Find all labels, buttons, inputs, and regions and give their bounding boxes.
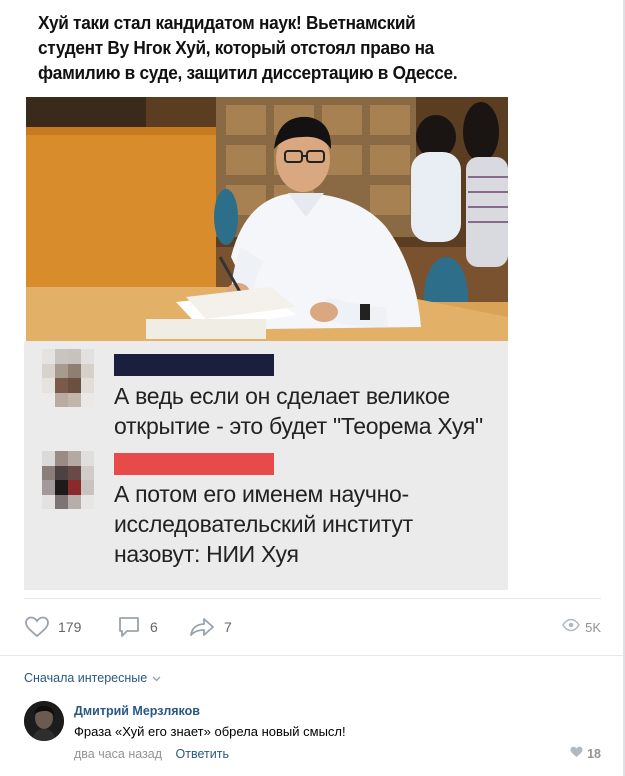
like-button[interactable]: 179 — [24, 612, 81, 642]
comment-button[interactable]: 6 — [116, 612, 158, 642]
share-arrow-icon — [188, 615, 216, 639]
share-count: 7 — [224, 619, 232, 635]
views-counter: 5K — [562, 612, 601, 642]
eye-icon — [562, 618, 580, 637]
comment-time[interactable]: два часа назад — [74, 747, 162, 761]
divider — [0, 655, 625, 656]
views-count: 5K — [585, 619, 601, 635]
divider — [24, 598, 601, 599]
hidden-name-bar — [114, 354, 274, 376]
pixelated-avatar — [42, 451, 94, 509]
like-count: 179 — [58, 619, 82, 635]
pixelated-avatar — [42, 349, 94, 407]
comment-meta: два часа назад Ответить — [74, 747, 229, 761]
meme-comment-text: А потом его именем научно- исследователь… — [114, 481, 413, 567]
student-photo — [26, 97, 508, 341]
share-button[interactable]: 7 — [188, 612, 232, 642]
post-image[interactable]: Хуй таки стал кандидатом наук! Вьетнамск… — [24, 0, 508, 590]
sort-label: Сначала интересные — [24, 671, 148, 685]
post-actions: 179 6 7 5K — [24, 612, 601, 642]
comment-text: Фраза «Хуй его знает» обрела новый смысл… — [74, 724, 346, 739]
meme-comments: А ведь если он сделает великое открытие … — [24, 341, 508, 590]
comment: Дмитрий Мерзляков Фраза «Хуй его знает» … — [24, 701, 601, 771]
heart-icon — [570, 746, 587, 761]
reply-link[interactable]: Ответить — [176, 747, 229, 761]
comments-sort-dropdown[interactable]: Сначала интересные — [24, 671, 161, 685]
comment-like-button[interactable]: 18 — [570, 746, 601, 761]
comment-count: 6 — [150, 619, 158, 635]
heart-icon — [24, 615, 50, 639]
meme-comment-text: А ведь если он сделает великое открытие … — [114, 383, 483, 439]
comment-author[interactable]: Дмитрий Мерзляков — [74, 704, 200, 718]
avatar[interactable] — [24, 701, 64, 741]
comment-icon — [116, 615, 142, 639]
post-headline: Хуй таки стал кандидатом наук! Вьетнамск… — [38, 12, 458, 83]
chevron-down-icon — [152, 671, 161, 685]
hidden-name-bar — [114, 453, 274, 475]
comment-like-count: 18 — [587, 746, 601, 761]
